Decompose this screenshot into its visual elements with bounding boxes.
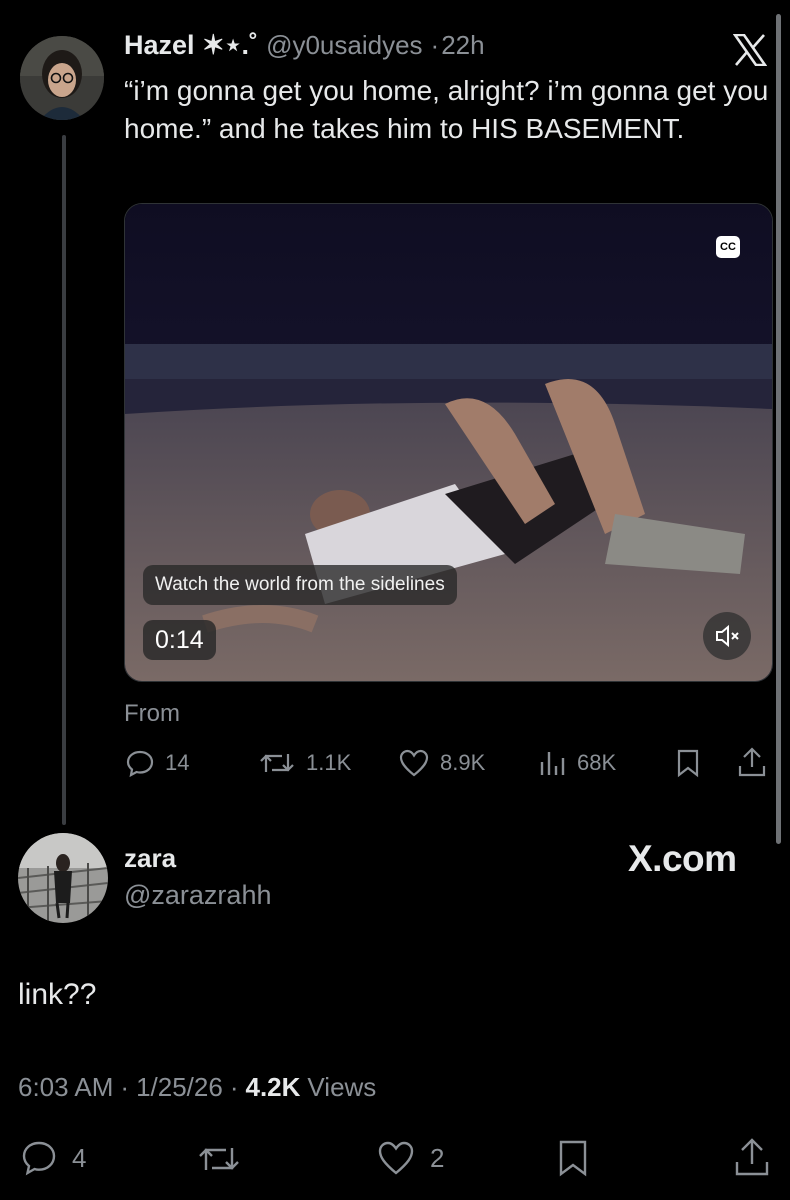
hazel-avatar[interactable] xyxy=(20,36,104,120)
reply-icon xyxy=(126,750,154,778)
bookmark-icon[interactable] xyxy=(676,748,700,783)
quoted-tweet-text: “i’m gonna get you home, alright? i’m go… xyxy=(124,75,769,144)
like-count: 8.9K xyxy=(440,750,486,775)
cc-icon[interactable]: CC xyxy=(716,236,740,258)
views-icon xyxy=(540,752,565,775)
quoted-tweet-header: Hazel ✶⋆.˚ @y0usaidyes · 22h xyxy=(124,30,485,66)
reply-author-handle[interactable]: @zarazrahh xyxy=(124,880,271,911)
x-logo-icon[interactable] xyxy=(732,33,768,67)
reply-timestamp-line: 6:03 AM · 1/25/26 · 4.2K Views xyxy=(18,1072,376,1103)
timestamp-separator: · xyxy=(120,1072,130,1102)
reply-count: 14 xyxy=(165,750,190,775)
reply-time: 6:03 AM xyxy=(18,1072,114,1102)
reply-share-icon[interactable] xyxy=(733,1136,771,1183)
reply-date: 1/25/26 xyxy=(136,1072,223,1102)
reply-views-label: Views xyxy=(307,1072,377,1102)
repost-count: 1.1K xyxy=(306,750,352,775)
video-player[interactable] xyxy=(124,203,773,682)
thread-connector-line xyxy=(62,135,66,825)
reply-like-button[interactable]: 2 xyxy=(376,1139,444,1177)
from-label: From xyxy=(124,700,180,727)
video-duration: 0:14 xyxy=(143,620,216,660)
video-caption: Watch the world from the sidelines xyxy=(143,565,457,605)
repost-button[interactable]: 1.1K xyxy=(258,748,351,778)
author-name[interactable]: Hazel ✶⋆.˚ xyxy=(124,30,258,61)
views-count: 68K xyxy=(577,750,617,775)
reply-reply-count: 4 xyxy=(72,1142,87,1173)
reply-repost-button[interactable] xyxy=(196,1140,242,1183)
mute-icon[interactable] xyxy=(703,612,751,660)
video-frame xyxy=(125,204,772,681)
reply-author-name[interactable]: zara xyxy=(124,843,176,874)
timestamp-separator-2: · xyxy=(229,1072,239,1102)
like-button[interactable]: 8.9K xyxy=(398,748,485,778)
tweet-time[interactable]: 22h xyxy=(441,30,484,61)
author-handle[interactable]: @y0usaidyes xyxy=(266,30,422,61)
reply-button[interactable]: 14 xyxy=(125,748,189,778)
reply-views-count: 4.2K xyxy=(245,1072,301,1102)
reply-reply-button[interactable]: 4 xyxy=(20,1139,86,1177)
views-button[interactable]: 68K xyxy=(537,748,616,778)
share-icon[interactable] xyxy=(737,746,767,783)
repost-icon xyxy=(260,754,294,772)
x-com-watermark: X.com xyxy=(628,838,737,879)
reply-text: link?? xyxy=(18,978,97,1011)
scrollbar[interactable] xyxy=(776,14,781,844)
like-icon xyxy=(399,749,429,777)
like-icon xyxy=(378,1141,414,1175)
repost-icon xyxy=(199,1148,239,1170)
reply-like-count: 2 xyxy=(430,1142,445,1173)
reply-bookmark-icon[interactable] xyxy=(557,1138,589,1183)
reply-icon xyxy=(22,1141,56,1176)
zara-avatar[interactable] xyxy=(18,833,108,923)
header-separator: · xyxy=(430,30,440,60)
